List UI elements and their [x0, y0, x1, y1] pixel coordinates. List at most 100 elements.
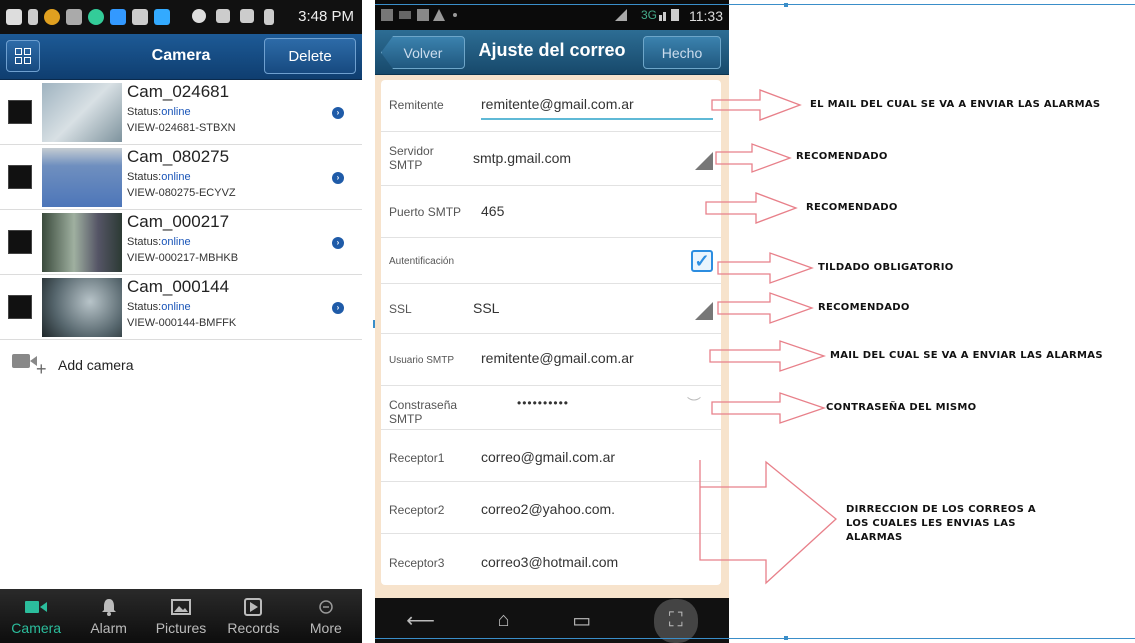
- add-camera-button[interactable]: + Add camera: [10, 350, 133, 380]
- tab-label: Alarm: [90, 619, 127, 636]
- tab-label: Pictures: [155, 619, 207, 636]
- receptor3-input[interactable]: correo3@hotmail.com: [481, 554, 618, 570]
- frame-border-top: [375, 4, 1135, 5]
- chevron-right-icon[interactable]: ›: [332, 237, 344, 249]
- note-ssl: RECOMENDADO: [818, 302, 910, 313]
- chevron-right-icon[interactable]: ›: [332, 302, 344, 314]
- servidor-smtp-row[interactable]: Servidor SMTP smtp.gmail.com: [381, 132, 721, 186]
- add-camera-icon: +: [10, 352, 50, 378]
- camera-checkbox[interactable]: [8, 100, 32, 124]
- video-icon: [25, 597, 48, 617]
- contrasena-label: Constraseña SMTP: [389, 398, 458, 426]
- camera-list-item[interactable]: Cam_024681 Status:online VIEW-024681-STB…: [0, 80, 362, 145]
- camera-name: Cam_024681: [127, 82, 230, 101]
- receptor1-row: Receptor1 correo@gmail.com.ar: [381, 430, 721, 482]
- more-icon: [318, 597, 334, 617]
- dropdown-arrow-icon[interactable]: [695, 152, 713, 170]
- home-icon[interactable]: ⌂: [498, 609, 510, 632]
- status-label: Status:: [127, 106, 162, 118]
- chevron-right-icon[interactable]: ›: [332, 172, 344, 184]
- camera-id: VIEW-080275-ECYVZ: [127, 187, 236, 199]
- tab-label: Records: [227, 619, 280, 636]
- autentificacion-checkbox[interactable]: ✓: [691, 250, 713, 272]
- android-nav-bar: ⟵ ⌂ ▭ ⛶: [375, 598, 729, 643]
- tab-records[interactable]: Records: [217, 589, 289, 643]
- receptor2-input[interactable]: correo2@yahoo.com.: [481, 501, 615, 517]
- back-button[interactable]: Volver: [381, 36, 465, 69]
- chevron-right-icon[interactable]: ›: [332, 107, 344, 119]
- tab-camera[interactable]: Camera: [0, 589, 72, 643]
- add-camera-label: Add camera: [58, 357, 134, 373]
- camera-app-icon: [110, 9, 126, 25]
- camera-thumbnail: [42, 213, 122, 272]
- note-puerto: RECOMENDADO: [806, 202, 898, 213]
- app-icon: [44, 9, 60, 25]
- tab-more[interactable]: More: [290, 589, 362, 643]
- receptor1-input[interactable]: correo@gmail.com.ar: [481, 449, 615, 465]
- voicemail-icon: [66, 9, 82, 25]
- remitente-row: Remitente remitente@gmail.com.ar: [381, 80, 721, 132]
- delete-button[interactable]: Delete: [264, 38, 356, 74]
- note-contrasena: CONTRASEÑA DEL MISMO: [826, 402, 977, 413]
- arrow-ssl: [717, 292, 814, 324]
- camera-list-item[interactable]: Cam_080275 Status:online VIEW-080275-ECY…: [0, 145, 362, 210]
- camera-thumbnail: [42, 148, 122, 207]
- chevron-down-icon: ︶: [687, 396, 701, 412]
- status-time: 3:48 PM: [298, 8, 354, 25]
- record-icon: [154, 9, 170, 25]
- puerto-smtp-row: Puerto SMTP 465: [381, 186, 721, 238]
- camera-name: Cam_000217: [127, 212, 230, 231]
- puerto-smtp-input[interactable]: 465: [481, 203, 504, 219]
- remitente-input[interactable]: remitente@gmail.com.ar: [481, 96, 634, 112]
- camera-checkbox[interactable]: [8, 230, 32, 254]
- status-value: online: [161, 171, 191, 183]
- camera-app-screen: 3:48 PM Camera Delete Cam_024681 Status:…: [0, 0, 362, 643]
- ssl-value: SSL: [473, 300, 500, 316]
- frame-handle: [784, 636, 788, 640]
- contrasena-input[interactable]: ••••••••••: [517, 396, 569, 410]
- receptor3-label: Receptor3: [389, 556, 445, 570]
- grid-view-button[interactable]: [6, 40, 40, 72]
- done-button[interactable]: Hecho: [643, 36, 721, 69]
- play-icon: [244, 597, 263, 617]
- receptor3-row: Receptor3 correo3@hotmail.com: [381, 534, 721, 585]
- battery-icon: [264, 9, 274, 25]
- dropdown-arrow-icon[interactable]: [695, 302, 713, 320]
- note-autentificacion: TILDADO OBLIGATORIO: [818, 262, 954, 273]
- status-time: 11:33: [689, 8, 723, 24]
- autentificacion-row[interactable]: Autentificación ✓: [381, 238, 721, 284]
- camera-checkbox[interactable]: [8, 165, 32, 189]
- receptor2-label: Receptor2: [389, 503, 445, 517]
- recent-apps-icon[interactable]: ▭: [572, 608, 591, 633]
- image-icon: [171, 597, 192, 617]
- alarm-icon: [192, 9, 206, 23]
- camera-status: Status:online: [127, 301, 191, 313]
- screenshot-icon[interactable]: ⛶: [653, 598, 698, 643]
- back-nav-icon[interactable]: ⟵: [406, 608, 435, 633]
- status-bar: 3:48 PM: [0, 0, 362, 34]
- ssl-label: SSL: [389, 302, 412, 316]
- camera-list-item[interactable]: Cam_000144 Status:online VIEW-000144-BMF…: [0, 275, 362, 340]
- usuario-smtp-row: Usuario SMTP remitente@gmail.com.ar: [381, 334, 721, 386]
- status-value: online: [161, 301, 191, 313]
- servidor-smtp-label: Servidor SMTP: [389, 144, 434, 172]
- arrow-autentificacion: [717, 252, 814, 284]
- tab-alarm[interactable]: Alarm: [72, 589, 144, 643]
- servidor-smtp-value: smtp.gmail.com: [473, 150, 572, 166]
- camera-checkbox[interactable]: [8, 295, 32, 319]
- camera-id: VIEW-000217-MBHKB: [127, 252, 239, 264]
- status-value: online: [161, 236, 191, 248]
- camera-thumbnail: [42, 278, 122, 337]
- ssl-row[interactable]: SSL SSL: [381, 284, 721, 334]
- signal-battery-icons: [615, 9, 679, 21]
- usuario-smtp-input[interactable]: remitente@gmail.com.ar: [481, 350, 634, 366]
- contrasena-row: Constraseña SMTP •••••••••• ︶: [381, 386, 721, 430]
- gallery-icon: [132, 9, 148, 25]
- frame-border-bottom: [375, 638, 1135, 639]
- camera-list-item[interactable]: Cam_000217 Status:online VIEW-000217-MBH…: [0, 210, 362, 275]
- usb-icon: [28, 9, 38, 25]
- note-receptores-line1: DIRRECCION DE LOS CORREOS A: [846, 504, 1036, 515]
- title-bar: Camera Delete: [0, 34, 362, 80]
- tab-pictures[interactable]: Pictures: [145, 589, 217, 643]
- note-usuario: MAIL DEL CUAL SE VA A ENVIAR LAS ALARMAS: [830, 350, 1103, 361]
